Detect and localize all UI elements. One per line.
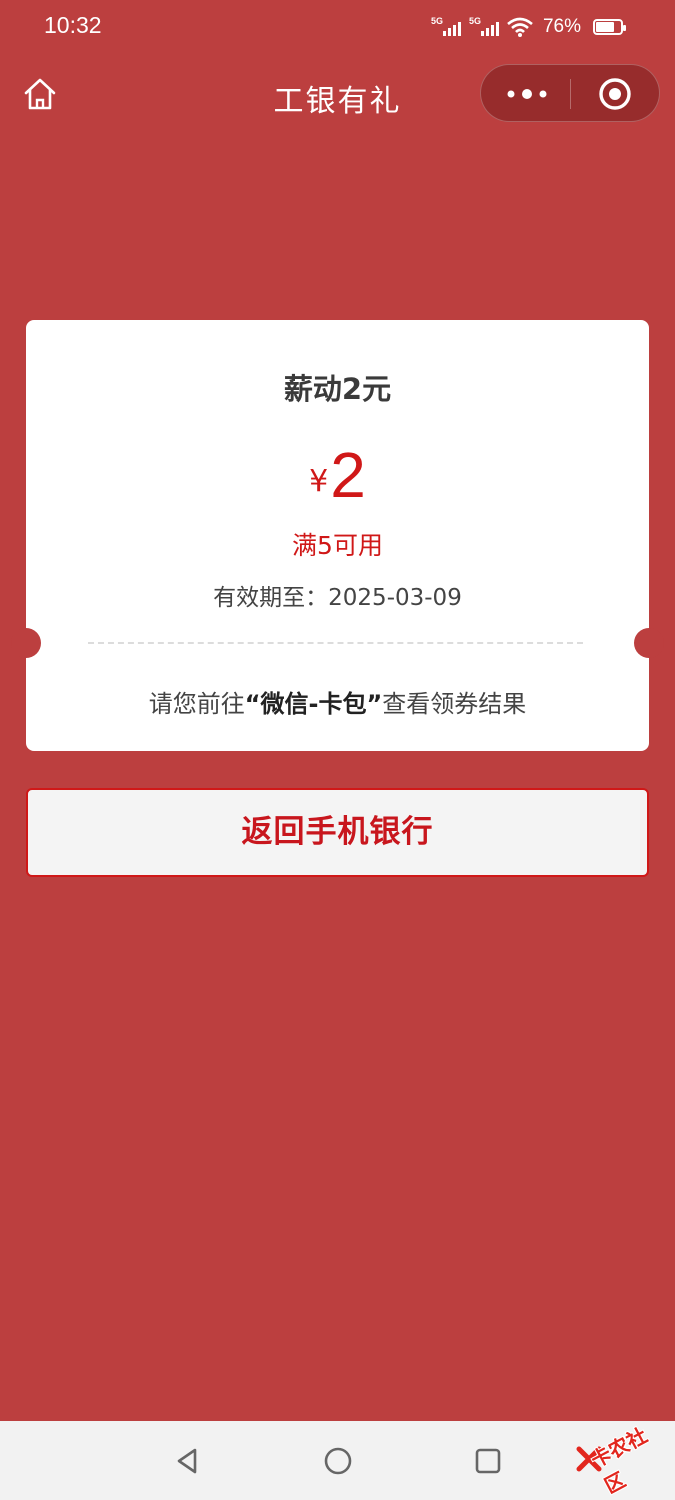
coupon-amount: ¥2: [26, 438, 649, 512]
status-bar: 10:32 5G 5G 76%: [0, 0, 675, 52]
claim-hint: 请您前往“微信-卡包”查看领券结果: [26, 684, 649, 719]
hint-suffix: 查看领券结果: [382, 690, 527, 718]
hint-prefix: 请您前往: [148, 690, 245, 718]
validity-date: 2025-03-09: [328, 585, 462, 611]
status-icons: 5G 5G 76%: [431, 14, 626, 40]
signal-icon: 5G: [431, 16, 461, 38]
square-recents-icon[interactable]: [472, 1445, 504, 1477]
battery-fill: [596, 22, 614, 32]
target-circle-icon[interactable]: [598, 77, 632, 111]
amount-value: 2: [330, 439, 366, 511]
coupon-name: 薪动2元: [283, 372, 392, 406]
usage-condition: 满5可用: [292, 531, 383, 560]
hint-highlight: “微信-卡包”: [244, 690, 383, 718]
watermark-logo: 卡农社区: [572, 1408, 672, 1498]
validity-label: 有效期至：: [213, 585, 329, 611]
mini-program-capsule: [480, 64, 660, 122]
coupon-card: 薪动2元 ¥2 满5可用 有效期至：2025-03-09 请您前往“微信-卡包”…: [11, 320, 664, 751]
validity-period: 有效期至：2025-03-09: [26, 578, 649, 612]
circle-home-icon[interactable]: [322, 1445, 354, 1477]
signal-icon: 5G: [469, 16, 499, 38]
triangle-back-icon[interactable]: [171, 1445, 203, 1477]
dashed-divider: [88, 642, 583, 644]
capsule-divider: [570, 79, 571, 109]
return-to-mobile-bank-button[interactable]: 返回手机银行: [26, 788, 649, 877]
network-type-label: 5G: [468, 16, 481, 26]
card-notch-left: [11, 628, 41, 658]
wifi-icon: [507, 17, 533, 37]
network-type-label: 5G: [430, 16, 443, 26]
status-time: 10:32: [44, 12, 102, 38]
battery-icon: [593, 19, 626, 35]
card-notch-right: [634, 628, 664, 658]
battery-percent: 76%: [542, 16, 581, 37]
more-dots-icon[interactable]: [505, 82, 549, 106]
currency-symbol: ¥: [309, 464, 329, 499]
